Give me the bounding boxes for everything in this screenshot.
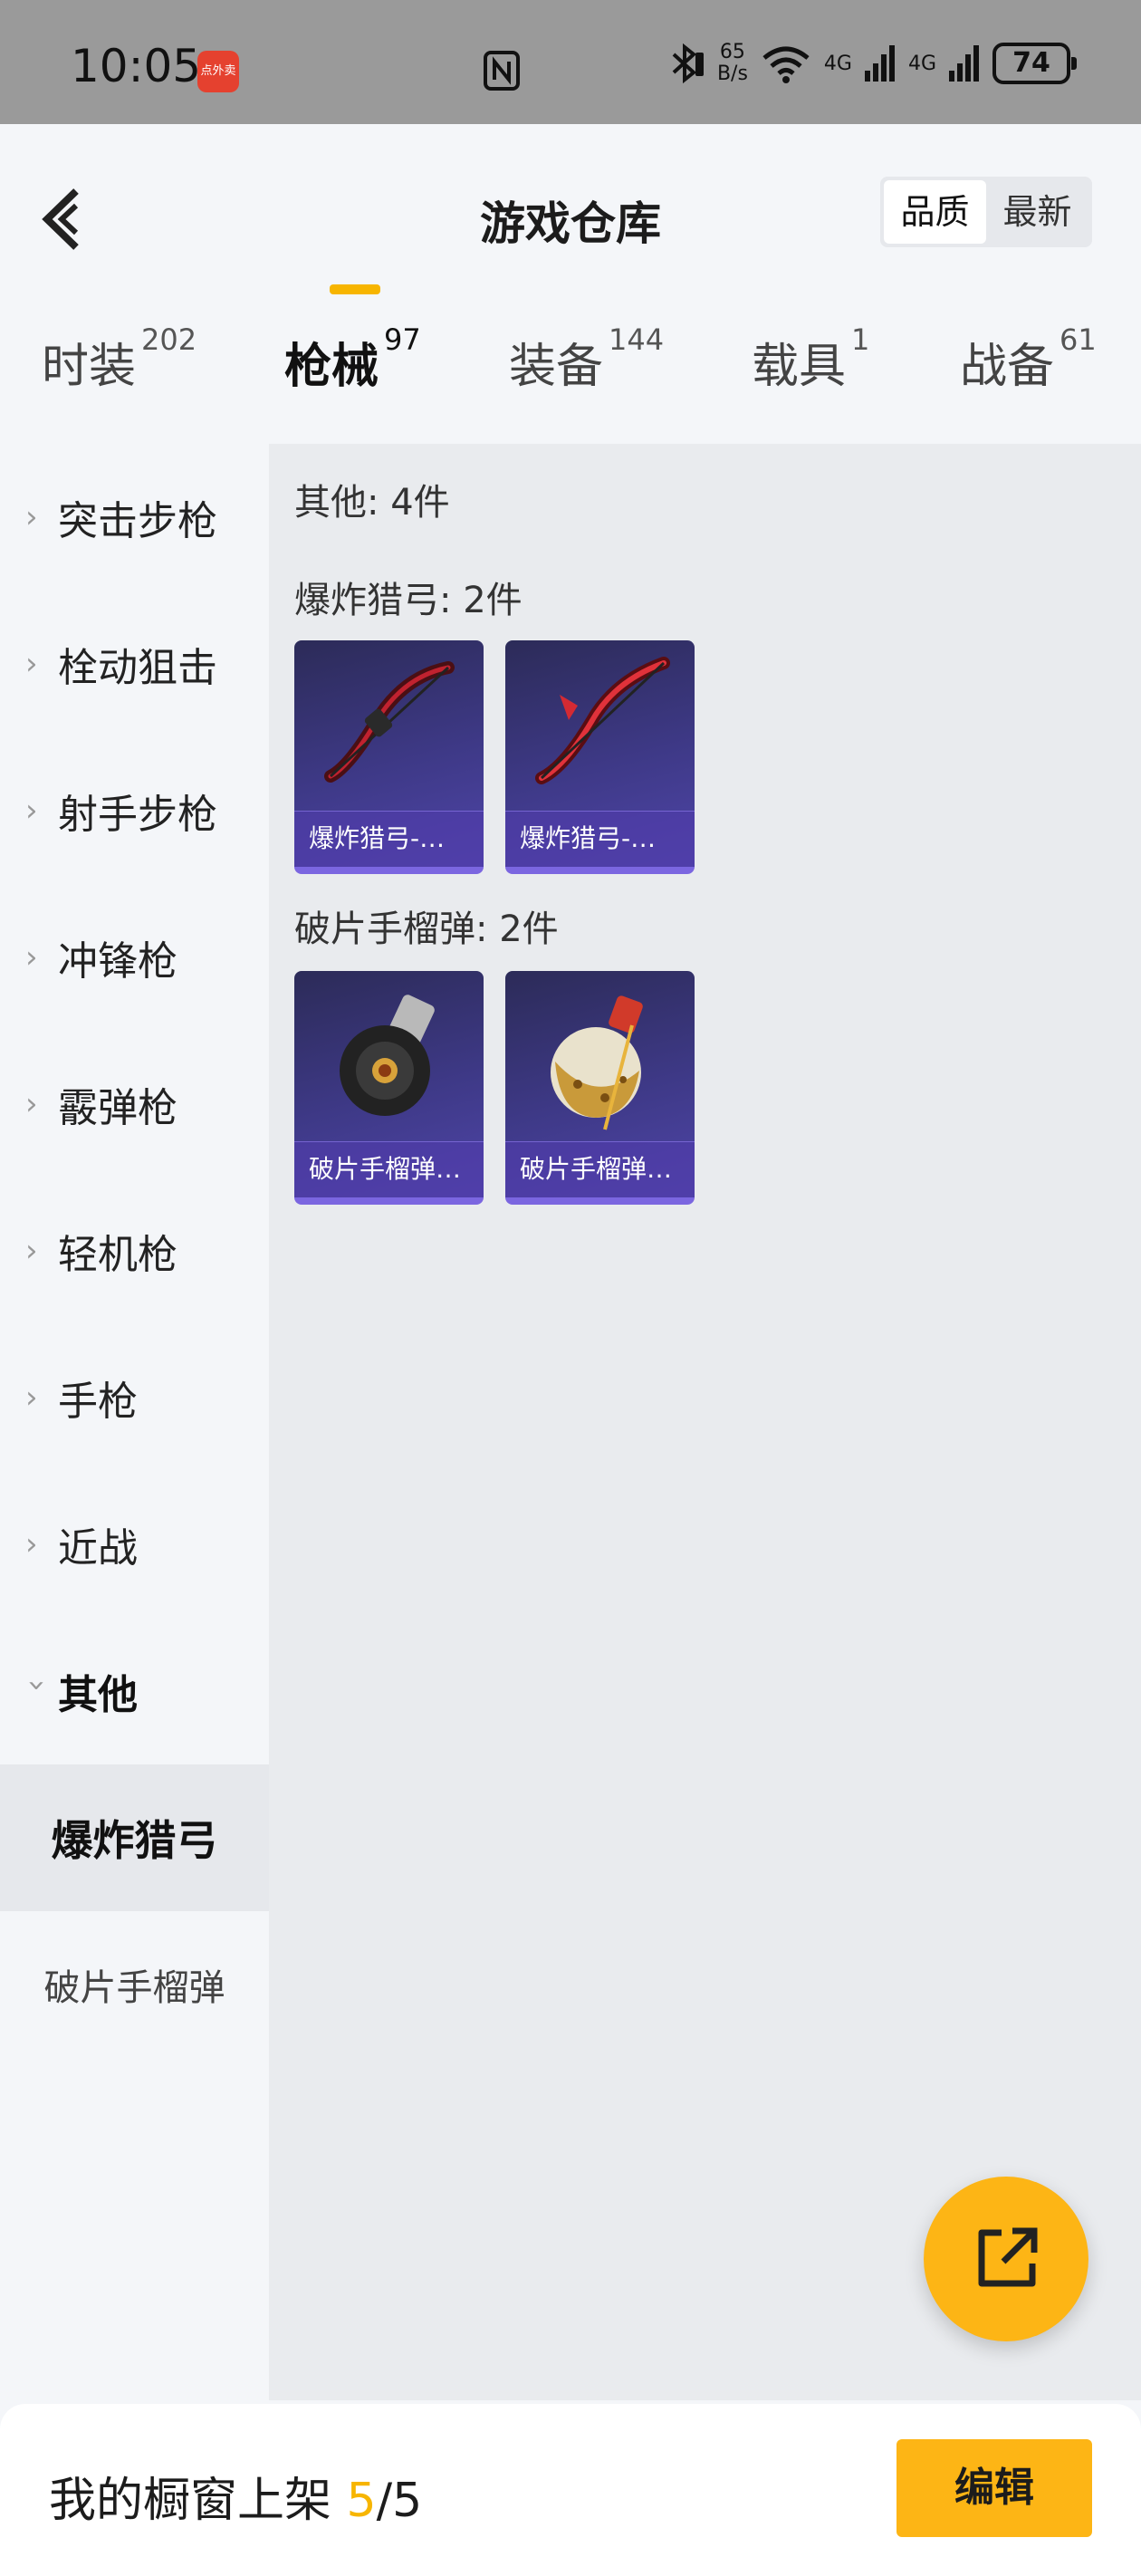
- sort-toggle: 品质 最新: [880, 177, 1092, 247]
- item-name: 爆炸猎弓-惊…: [294, 811, 484, 867]
- grenade-icon: [551, 995, 643, 1130]
- sidebar-item-other[interactable]: › 其他: [0, 1618, 269, 1764]
- tab-fashion[interactable]: 时装 202: [42, 322, 197, 396]
- sidebar-item-smg[interactable]: › 冲锋枪: [0, 884, 269, 1031]
- sidebar-item-label: 近战: [58, 1525, 138, 1572]
- sidebar-item-label: 栓动狙击: [58, 645, 217, 691]
- status-time: 10:05: [71, 40, 202, 92]
- bow-icon: [324, 661, 455, 783]
- status-bar: 10:05 点外卖 65 B/s 4G 4G 74: [0, 0, 1141, 124]
- showcase-status: 我的橱窗上架 5/5: [49, 2462, 422, 2530]
- item-card[interactable]: 破片手榴弹-…: [505, 971, 695, 1205]
- tab-supplies[interactable]: 战备 61: [960, 322, 1097, 396]
- tab-label: 枪械: [284, 340, 379, 394]
- bow-icon: [535, 657, 670, 784]
- chevron-right-icon: ›: [25, 793, 38, 829]
- tab-label: 装备: [509, 340, 604, 394]
- tab-count: 97: [384, 322, 421, 357]
- tab-label: 时装: [42, 340, 137, 394]
- bottom-bar: 我的橱窗上架 5/5 编辑: [0, 2404, 1141, 2576]
- chevron-right-icon: ›: [25, 939, 38, 976]
- header: 游戏仓库 品质 最新 时装 202 枪械 97 装备 144 载具 1 战备 61: [0, 124, 1141, 432]
- sidebar-item-label: 射手步枪: [58, 792, 217, 838]
- sidebar-item-melee[interactable]: › 近战: [0, 1471, 269, 1618]
- item-name: 破片手榴弹-…: [505, 1141, 695, 1197]
- item-grid-panel: 其他: 4件 爆炸猎弓: 2件 爆炸猎弓-惊… 爆炸猎弓-炎… 破片手榴弹: 2…: [269, 444, 1141, 2400]
- tab-label: 载具: [752, 340, 847, 394]
- grenade-icon: [340, 995, 435, 1116]
- chevron-right-icon: ›: [25, 499, 38, 535]
- sort-option-quality[interactable]: 品质: [884, 180, 986, 244]
- chevron-down-icon: ›: [19, 1679, 55, 1692]
- signal-icon: [864, 45, 895, 82]
- wifi-icon: [762, 46, 810, 83]
- item-card[interactable]: 爆炸猎弓-炎…: [505, 640, 695, 874]
- sidebar-item-shotgun[interactable]: › 霰弹枪: [0, 1031, 269, 1177]
- tab-count: 1: [851, 322, 870, 357]
- net-speed-value: 65: [719, 41, 745, 63]
- sidebar-item-label: 冲锋枪: [58, 938, 177, 985]
- item-card[interactable]: 破片手榴弹-…: [294, 971, 484, 1205]
- share-button[interactable]: [924, 2177, 1088, 2341]
- sort-option-newest[interactable]: 最新: [986, 180, 1088, 244]
- sidebar-item-label: 手枪: [58, 1379, 138, 1425]
- tab-label: 战备: [960, 340, 1055, 394]
- signal-icon: [949, 45, 979, 82]
- group-heading: 爆炸猎弓: 2件: [294, 580, 523, 621]
- chevron-right-icon: ›: [25, 646, 38, 682]
- signal-type-1: 4G: [823, 52, 852, 75]
- chevron-right-icon: ›: [25, 1233, 38, 1269]
- group-heading: 破片手榴弹: 2件: [294, 908, 559, 950]
- sidebar-item-marksman-rifle[interactable]: › 射手步枪: [0, 737, 269, 884]
- battery-icon: 74: [992, 43, 1077, 84]
- edit-button[interactable]: 编辑: [896, 2439, 1092, 2537]
- item-name: 破片手榴弹-…: [294, 1141, 484, 1197]
- tab-count: 61: [1060, 322, 1097, 357]
- sidebar-subitem-frag-grenade[interactable]: 破片手榴弹: [0, 1911, 269, 2058]
- chevron-right-icon: ›: [25, 1526, 38, 1562]
- tab-count: 202: [141, 322, 197, 357]
- tab-equipment[interactable]: 装备 144: [509, 322, 664, 396]
- net-speed-unit: B/s: [716, 62, 748, 85]
- item-card[interactable]: 爆炸猎弓-惊…: [294, 640, 484, 874]
- status-icons: 65 B/s 4G 4G 74: [668, 42, 1077, 85]
- sidebar-item-lmg[interactable]: › 轻机枪: [0, 1177, 269, 1324]
- tab-vehicles[interactable]: 载具 1: [752, 322, 869, 396]
- net-speed: 65 B/s: [717, 42, 748, 85]
- sidebar-item-label: 轻机枪: [58, 1232, 177, 1278]
- signal-type-2: 4G: [907, 52, 936, 75]
- sidebar: › 突击步枪 › 栓动狙击 › 射手步枪 › 冲锋枪 › 霰弹枪 › 轻机枪 › 手枪 › 近战…: [0, 444, 269, 2400]
- sidebar-item-pistol[interactable]: › 手枪: [0, 1324, 269, 1471]
- category-tabs: 时装 202 枪械 97 装备 144 载具 1 战备 61: [0, 322, 1141, 437]
- sidebar-item-label: 霰弹枪: [58, 1085, 177, 1131]
- tab-firearms[interactable]: 枪械 97: [284, 322, 421, 396]
- showcase-count-current: 5: [346, 2474, 377, 2528]
- showcase-count-separator: /: [376, 2474, 393, 2528]
- share-out-icon: [978, 2227, 1038, 2287]
- active-tab-indicator: [330, 284, 380, 294]
- summary-heading: 其他: 4件: [294, 482, 450, 524]
- nfc-icon: [484, 51, 520, 91]
- bluetooth-icon: [672, 43, 704, 83]
- sidebar-item-assault-rifle[interactable]: › 突击步枪: [0, 444, 269, 591]
- tab-count: 144: [609, 322, 665, 357]
- chevron-right-icon: ›: [25, 1379, 38, 1416]
- item-name: 爆炸猎弓-炎…: [505, 811, 695, 867]
- showcase-label: 我的橱窗上架: [49, 2474, 332, 2528]
- app-notification-icon: 点外卖: [197, 51, 239, 92]
- showcase-count-total: 5: [392, 2474, 423, 2528]
- sidebar-item-label: 突击步枪: [58, 498, 217, 544]
- sidebar-item-label: 其他: [58, 1672, 138, 1718]
- chevron-right-icon: ›: [25, 1086, 38, 1122]
- sidebar-subitem-explosive-bow[interactable]: 爆炸猎弓: [0, 1764, 269, 1911]
- sidebar-item-bolt-sniper[interactable]: › 栓动狙击: [0, 591, 269, 737]
